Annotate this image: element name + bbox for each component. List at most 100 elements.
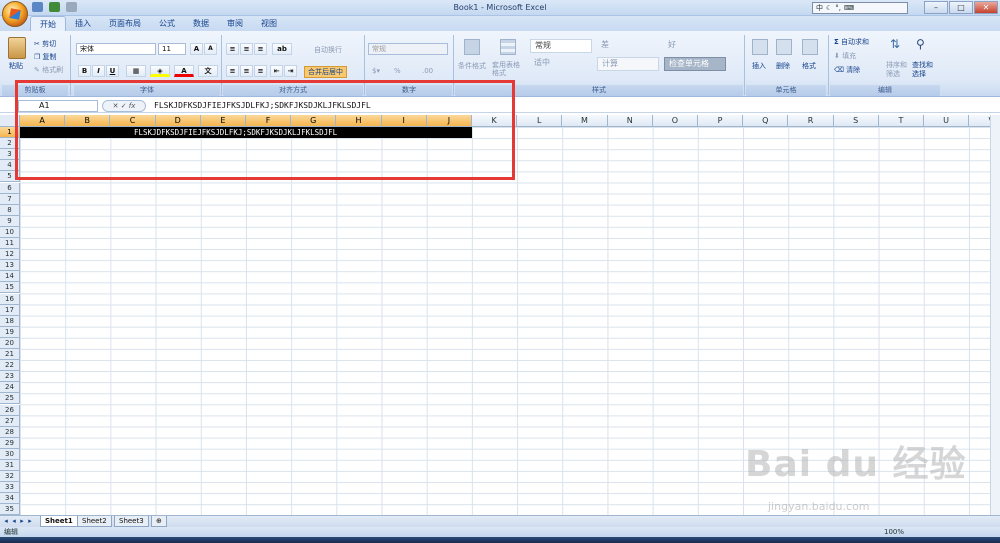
row-header[interactable]: 30 bbox=[0, 448, 20, 460]
delete-cells-icon[interactable] bbox=[776, 39, 792, 55]
delete-cells-button[interactable]: 删除 bbox=[776, 61, 790, 71]
cut-button[interactable]: ✂ 剪切 bbox=[34, 39, 56, 49]
row-header[interactable]: 27 bbox=[0, 415, 20, 427]
maximize-button[interactable]: □ bbox=[949, 1, 973, 14]
minimize-button[interactable]: – bbox=[924, 1, 948, 14]
office-button[interactable] bbox=[2, 1, 28, 27]
row-header[interactable]: 17 bbox=[0, 304, 20, 316]
tab-formulas[interactable]: 公式 bbox=[150, 16, 184, 31]
row-header[interactable]: 7 bbox=[0, 193, 20, 205]
wrap-text-button[interactable]: 自动换行 bbox=[314, 45, 342, 55]
row-header[interactable]: 11 bbox=[0, 238, 20, 250]
font-name-select[interactable]: 宋体 bbox=[76, 43, 156, 55]
row-header[interactable]: 29 bbox=[0, 437, 20, 449]
clear-button[interactable]: ⌫ 清除 bbox=[834, 65, 860, 75]
column-header[interactable]: S bbox=[833, 115, 879, 127]
vertical-scrollbar[interactable] bbox=[990, 115, 1000, 515]
table-format-icon[interactable] bbox=[500, 39, 516, 55]
column-header[interactable]: N bbox=[607, 115, 653, 127]
align-middle-icon[interactable]: ≡ bbox=[240, 43, 253, 55]
conditional-format-button[interactable]: 条件格式 bbox=[458, 61, 486, 71]
row-header[interactable]: 14 bbox=[0, 271, 20, 283]
phonetic-icon[interactable]: 文 bbox=[198, 65, 218, 77]
tab-review[interactable]: 审阅 bbox=[218, 16, 252, 31]
row-header[interactable]: 18 bbox=[0, 315, 20, 327]
fill-button[interactable]: ⬇ 填充 bbox=[834, 51, 856, 61]
row-header[interactable]: 10 bbox=[0, 226, 20, 238]
row-header[interactable]: 20 bbox=[0, 337, 20, 349]
decrease-indent-icon[interactable]: ⇤ bbox=[270, 65, 283, 77]
paste-button[interactable]: 粘贴 bbox=[9, 61, 23, 71]
sheet-tab-2[interactable]: Sheet2 bbox=[77, 516, 112, 527]
row-header[interactable]: 8 bbox=[0, 204, 20, 216]
paste-icon[interactable] bbox=[8, 37, 26, 59]
column-header[interactable]: O bbox=[652, 115, 698, 127]
zoom-level[interactable]: 100% bbox=[884, 527, 904, 537]
column-header[interactable]: U bbox=[924, 115, 970, 127]
style-check[interactable]: 检查单元格 bbox=[664, 57, 726, 71]
percent-button[interactable]: % bbox=[394, 67, 401, 75]
row-header[interactable]: 6 bbox=[0, 182, 20, 194]
row-header[interactable]: 24 bbox=[0, 382, 20, 394]
sheet-tab-1[interactable]: Sheet1 bbox=[40, 516, 78, 527]
tab-insert[interactable]: 插入 bbox=[66, 16, 100, 31]
column-header[interactable]: L bbox=[517, 115, 563, 127]
grow-font-button[interactable]: A bbox=[190, 43, 203, 55]
number-format-select[interactable]: 常规 bbox=[368, 43, 448, 55]
format-cells-icon[interactable] bbox=[802, 39, 818, 55]
first-sheet-icon[interactable]: ◂ bbox=[2, 517, 10, 526]
row-header[interactable]: 35 bbox=[0, 504, 20, 515]
row-header[interactable]: 26 bbox=[0, 404, 20, 416]
row-header[interactable]: 21 bbox=[0, 349, 20, 361]
insert-cells-button[interactable]: 插入 bbox=[752, 61, 766, 71]
format-painter-button[interactable]: ✎ 格式刷 bbox=[34, 65, 63, 75]
increase-indent-icon[interactable]: ⇥ bbox=[284, 65, 297, 77]
column-header[interactable]: Q bbox=[743, 115, 789, 127]
style-bad[interactable]: 差 bbox=[597, 39, 659, 53]
align-left-icon[interactable]: ≡ bbox=[226, 65, 239, 77]
sort-filter-icon[interactable]: ⇅ bbox=[890, 37, 906, 53]
column-header[interactable]: M bbox=[562, 115, 608, 127]
font-color-icon[interactable]: A bbox=[174, 65, 194, 77]
next-sheet-icon[interactable]: ▸ bbox=[18, 517, 26, 526]
row-header[interactable]: 13 bbox=[0, 260, 20, 272]
conditional-format-icon[interactable] bbox=[464, 39, 480, 55]
close-button[interactable]: ✕ bbox=[974, 1, 998, 14]
row-header[interactable]: 28 bbox=[0, 426, 20, 438]
tab-page-layout[interactable]: 页面布局 bbox=[100, 16, 150, 31]
row-header[interactable]: 9 bbox=[0, 215, 20, 227]
align-top-icon[interactable]: ≡ bbox=[226, 43, 239, 55]
find-select-button[interactable]: 查找和选择 bbox=[912, 61, 936, 79]
row-header[interactable]: 16 bbox=[0, 293, 20, 305]
tab-view[interactable]: 视图 bbox=[252, 16, 286, 31]
sort-filter-button[interactable]: 排序和筛选 bbox=[886, 61, 910, 79]
align-right-icon[interactable]: ≡ bbox=[254, 65, 267, 77]
decimal-icon[interactable]: .00 bbox=[422, 67, 433, 75]
row-header[interactable]: 15 bbox=[0, 282, 20, 294]
align-center-icon[interactable]: ≡ bbox=[240, 65, 253, 77]
row-header[interactable]: 22 bbox=[0, 360, 20, 372]
orientation-icon[interactable]: ab bbox=[272, 43, 292, 55]
row-header[interactable]: 33 bbox=[0, 482, 20, 494]
currency-icon[interactable]: $▾ bbox=[372, 67, 380, 75]
align-bottom-icon[interactable]: ≡ bbox=[254, 43, 267, 55]
row-header[interactable]: 12 bbox=[0, 249, 20, 261]
style-neutral[interactable]: 适中 bbox=[530, 57, 592, 71]
format-cells-button[interactable]: 格式 bbox=[802, 61, 816, 71]
binoculars-icon[interactable]: ⚲ bbox=[916, 37, 932, 53]
underline-button[interactable]: U bbox=[106, 65, 119, 77]
shrink-font-button[interactable]: A bbox=[204, 43, 217, 55]
row-header[interactable]: 25 bbox=[0, 393, 20, 405]
column-header[interactable]: R bbox=[788, 115, 834, 127]
italic-button[interactable]: I bbox=[92, 65, 105, 77]
style-good[interactable]: 好 bbox=[664, 39, 726, 53]
style-normal[interactable]: 常规 bbox=[530, 39, 592, 53]
fill-color-icon[interactable]: ◈ bbox=[150, 65, 170, 77]
autosum-button[interactable]: Σ 自动求和 bbox=[834, 37, 869, 47]
row-header[interactable]: 23 bbox=[0, 371, 20, 383]
sheet-tab-3[interactable]: Sheet3 bbox=[114, 516, 149, 527]
row-header[interactable]: 31 bbox=[0, 460, 20, 472]
last-sheet-icon[interactable]: ▸ bbox=[26, 517, 34, 526]
insert-cells-icon[interactable] bbox=[752, 39, 768, 55]
border-icon[interactable]: ▦ bbox=[126, 65, 146, 77]
